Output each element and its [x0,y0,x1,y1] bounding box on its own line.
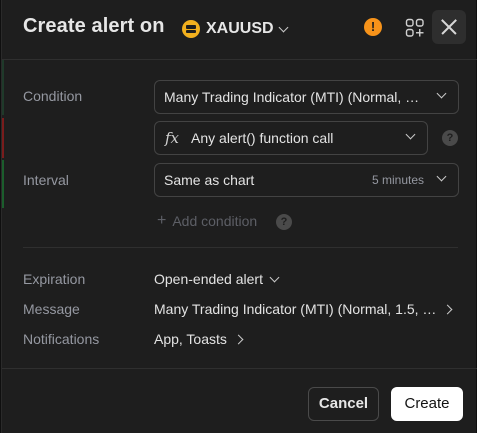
close-button[interactable] [432,10,466,44]
interval-value: Same as chart [164,172,255,188]
notifications-label: Notifications [23,331,100,347]
chevron-down-icon [405,129,416,140]
symbol-selector[interactable]: XAUUSD [182,16,289,42]
notifications-link[interactable]: App, Toasts [154,331,244,347]
condition-label: Condition [23,88,83,104]
condition-trigger-select[interactable]: fx Any alert() function call [154,121,428,155]
condition-indicator-value: Many Trading Indicator (MTI) (Normal, 1.… [164,89,426,105]
function-icon: fx [165,129,180,147]
cancel-button[interactable]: Cancel [308,387,379,421]
chevron-down-icon [269,272,280,282]
expiration-dropdown[interactable]: Open-ended alert [154,271,280,287]
message-value: Many Trading Indicator (MTI) (Normal, 1.… [154,301,437,317]
symbol-name: XAUUSD [206,20,274,37]
interval-hint: 5 minutes [371,173,424,187]
warning-icon[interactable]: ! [364,18,382,36]
condition-indicator-select[interactable]: Many Trading Indicator (MTI) (Normal, 1.… [154,80,459,114]
message-label: Message [23,301,80,317]
expiration-label: Expiration [23,271,86,287]
dialog-header: Create alert on XAUUSD ! [2,0,477,58]
chevron-down-icon [278,22,289,32]
add-condition-label: Add condition [172,213,258,229]
expiration-value: Open-ended alert [154,271,263,287]
interval-select[interactable]: Same as chart 5 minutes [154,163,459,197]
chevron-right-icon [233,334,244,344]
help-icon[interactable]: ? [276,214,292,230]
condition-trigger-value: Any alert() function call [191,130,334,146]
chevron-down-icon [436,88,447,99]
notifications-value: App, Toasts [154,331,227,347]
help-icon[interactable]: ? [442,130,458,146]
plus-icon: + [157,212,167,229]
create-alert-dialog: Create alert on XAUUSD ! Condition Many … [1,0,477,433]
gold-symbol-icon [182,20,200,38]
message-editor-link[interactable]: Many Trading Indicator (MTI) (Normal, 1.… [154,301,459,317]
dialog-title: Create alert on [23,15,165,37]
add-condition-button[interactable]: + Add condition [157,212,258,230]
create-button[interactable]: Create [391,387,463,421]
add-widget-icon[interactable] [405,18,425,38]
section-divider [23,247,458,248]
interval-label: Interval [23,172,69,188]
header-divider [2,59,477,60]
chevron-right-icon [442,304,453,314]
chart-edge-strip [2,60,4,210]
chevron-down-icon [436,171,447,182]
footer-divider [2,368,477,369]
